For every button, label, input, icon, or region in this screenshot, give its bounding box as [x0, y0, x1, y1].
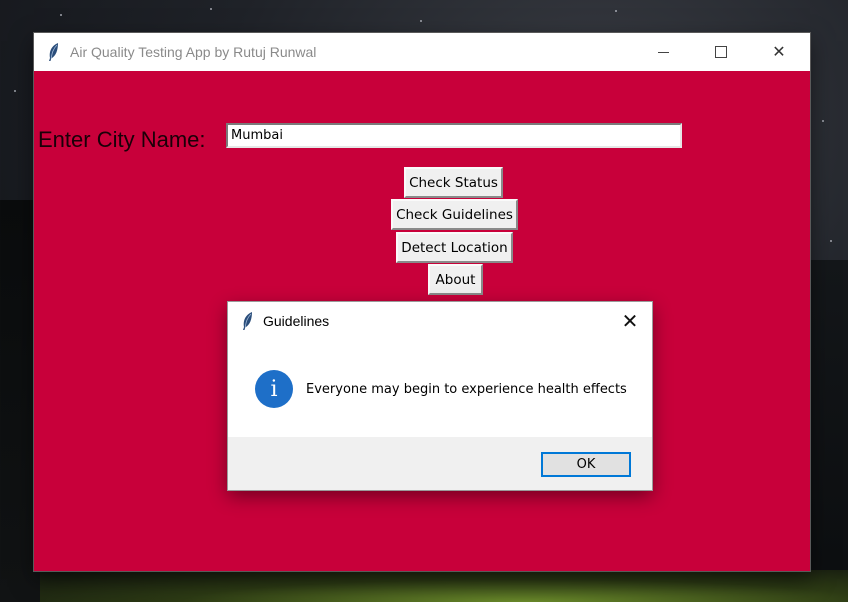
feather-icon: [46, 42, 60, 62]
close-icon: ✕: [621, 310, 639, 333]
wallpaper-star: [822, 120, 824, 122]
maximize-icon: [715, 46, 727, 58]
maximize-button[interactable]: [692, 33, 750, 71]
dialog-message: Everyone may begin to experience health …: [306, 382, 627, 397]
city-input[interactable]: [226, 123, 682, 148]
wallpaper-star: [60, 14, 62, 16]
close-button[interactable]: ✕: [750, 33, 808, 71]
detect-location-button[interactable]: Detect Location: [396, 232, 513, 263]
ok-button[interactable]: OK: [541, 452, 631, 477]
wallpaper-star: [830, 240, 832, 242]
wallpaper-star: [615, 10, 617, 12]
wallpaper-ground: [40, 570, 848, 602]
wallpaper-star: [420, 20, 422, 22]
window-title: Air Quality Testing App by Rutuj Runwal: [70, 44, 317, 60]
guidelines-dialog: Guidelines ✕ i Everyone may begin to exp…: [228, 302, 652, 490]
city-label: Enter City Name:: [38, 127, 206, 152]
wallpaper-star: [210, 8, 212, 10]
window-titlebar[interactable]: Air Quality Testing App by Rutuj Runwal …: [34, 33, 810, 71]
check-guidelines-button[interactable]: Check Guidelines: [391, 199, 518, 230]
wallpaper-tree-right: [808, 260, 848, 602]
feather-icon: [240, 311, 254, 331]
about-button[interactable]: About: [428, 264, 483, 295]
check-status-button[interactable]: Check Status: [404, 167, 503, 198]
close-icon: ✕: [772, 44, 786, 61]
wallpaper-star: [14, 90, 16, 92]
dialog-close-button[interactable]: ✕: [612, 308, 648, 334]
info-icon: i: [255, 370, 293, 408]
minimize-icon: [657, 51, 669, 53]
minimize-button[interactable]: [634, 33, 692, 71]
dialog-title: Guidelines: [263, 313, 330, 329]
